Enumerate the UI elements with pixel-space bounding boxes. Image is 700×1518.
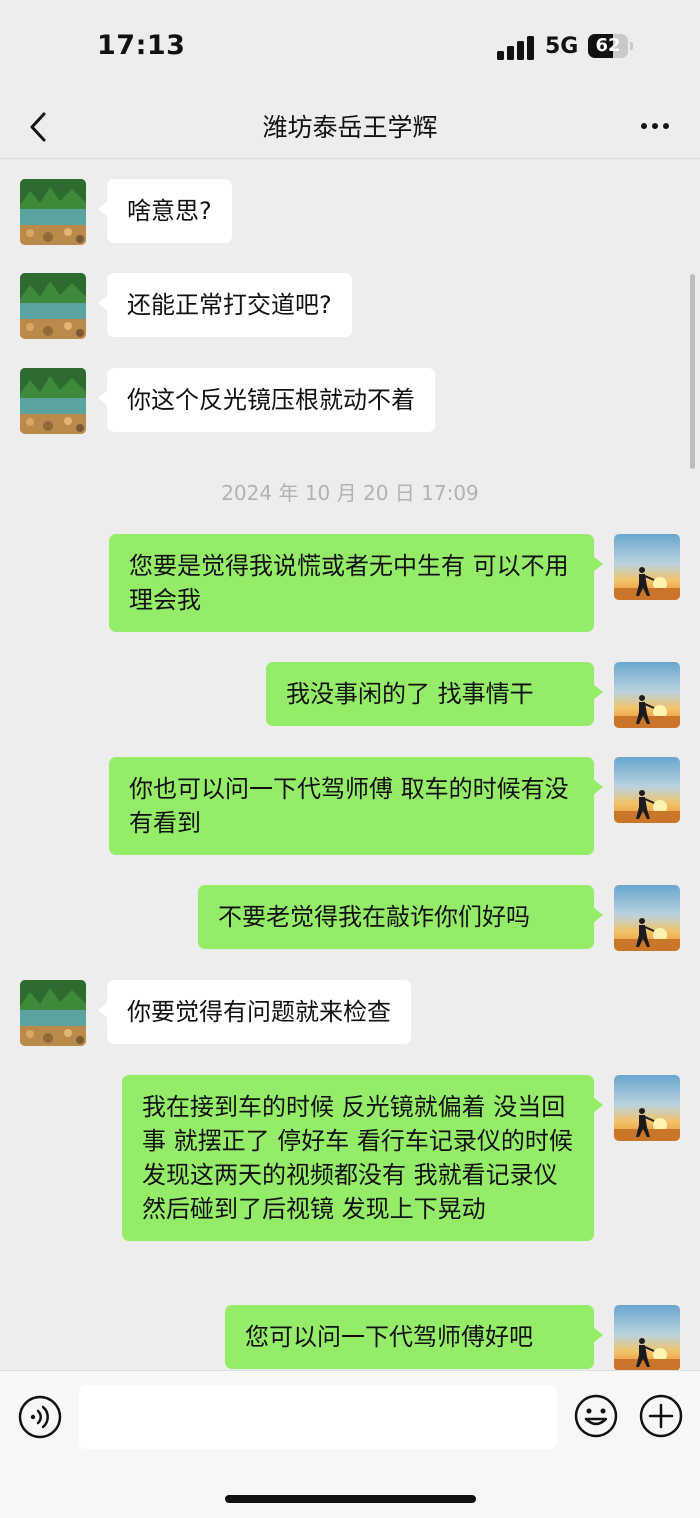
contact-avatar[interactable] — [20, 273, 86, 339]
more-horizontal-icon[interactable] — [632, 106, 678, 146]
message-bubble-received[interactable]: 还能正常打交道吧? — [98, 273, 352, 337]
message-bubble-sent[interactable]: 我没事闲的了 找事情干 — [266, 662, 603, 726]
battery-level: 62 — [595, 35, 621, 56]
message-timestamp: 2024 年 10 月 20 日 17:09 — [221, 481, 479, 505]
message-bubble-received[interactable]: 你这个反光镜压根就动不着 — [98, 368, 435, 432]
status-time: 17:13 — [97, 30, 186, 61]
chat-header: 潍坊泰岳王学辉 — [0, 96, 700, 159]
battery-icon: 62 — [588, 34, 634, 60]
message-input[interactable] — [79, 1385, 557, 1449]
message-bubble-sent[interactable]: 您可以问一下代驾师傅好吧 — [225, 1305, 603, 1369]
self-avatar[interactable] — [614, 662, 680, 728]
message-bubble-sent[interactable]: 你也可以问一下代驾师傅 取车的时候有没有看到 — [109, 757, 603, 855]
contact-avatar[interactable] — [20, 368, 86, 434]
emoji-icon[interactable] — [573, 1393, 619, 1439]
self-avatar[interactable] — [614, 1075, 680, 1141]
self-avatar[interactable] — [614, 757, 680, 823]
home-indicator[interactable] — [225, 1495, 476, 1503]
status-bar: 17:13 5G 62 — [0, 0, 700, 96]
message-bubble-received[interactable]: 啥意思? — [98, 179, 232, 243]
scrollbar[interactable] — [690, 274, 695, 469]
chat-title: 潍坊泰岳王学辉 — [262, 113, 438, 142]
self-avatar[interactable] — [614, 1305, 680, 1370]
self-avatar[interactable] — [614, 885, 680, 951]
message-bubble-received[interactable]: 你要觉得有问题就来检查 — [98, 980, 411, 1044]
message-bubble-sent[interactable]: 不要老觉得我在敲诈你们好吗 — [198, 885, 603, 949]
plus-circle-icon[interactable] — [638, 1393, 684, 1439]
voice-icon[interactable] — [18, 1395, 62, 1439]
contact-avatar[interactable] — [20, 980, 86, 1046]
message-bubble-sent[interactable]: 我在接到车的时候 反光镜就偏着 没当回事 就摆正了 停好车 看行车记录仪的时候 … — [122, 1075, 603, 1241]
contact-avatar[interactable] — [20, 179, 86, 245]
self-avatar[interactable] — [614, 534, 680, 600]
network-type: 5G — [545, 34, 579, 59]
input-bar — [0, 1370, 700, 1518]
message-bubble-sent[interactable]: 您要是觉得我说慌或者无中生有 可以不用理会我 — [109, 534, 603, 632]
chat-message-list[interactable]: 啥意思? 还能正常打交道吧? 你这个反光镜压根就动不着 2024 年 10 月 … — [0, 159, 700, 1370]
signal-icon — [497, 36, 534, 60]
